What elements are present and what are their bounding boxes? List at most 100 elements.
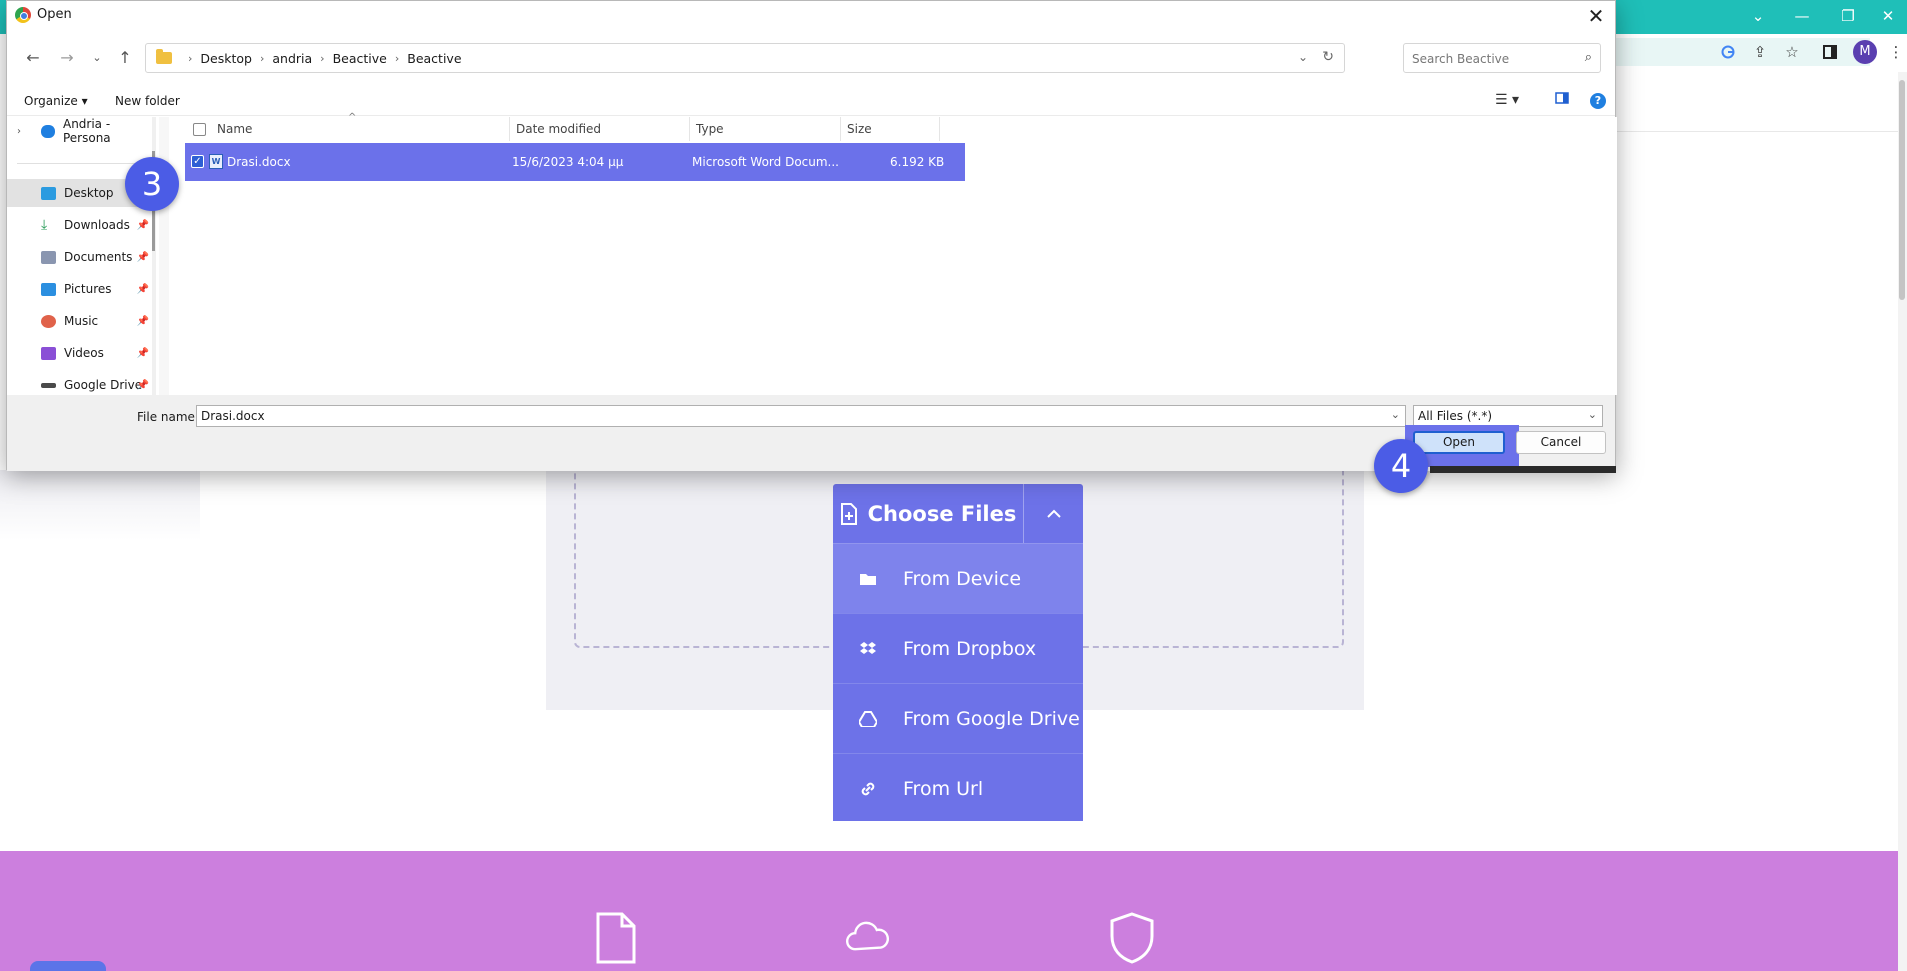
nav-item-onedrive[interactable]: › Andria - Persona: [7, 117, 155, 145]
new-folder-button[interactable]: New folder: [115, 94, 180, 108]
google-icon[interactable]: [1716, 40, 1740, 64]
share-icon[interactable]: ⇪: [1748, 40, 1772, 64]
chat-widget-button[interactable]: [30, 961, 106, 971]
profile-avatar[interactable]: M: [1853, 40, 1877, 64]
path-bar[interactable]: › Desktop › andria › Beactive › Beactive…: [145, 43, 1345, 73]
preview-pane-icon[interactable]: [1555, 92, 1569, 108]
breadcrumb-beactive[interactable]: Beactive: [333, 51, 387, 66]
document-icon: [596, 912, 636, 964]
refresh-icon[interactable]: ↻: [1322, 49, 1334, 65]
column-header-type[interactable]: Type: [690, 117, 841, 141]
file-name-field[interactable]: Drasi.docx ⌄: [196, 405, 1406, 427]
choose-files-button[interactable]: Choose Files: [833, 484, 1083, 543]
help-icon[interactable]: ?: [1590, 93, 1606, 109]
up-folder-icon[interactable]: ↑: [111, 44, 139, 72]
restore-icon[interactable]: ❐: [1826, 4, 1870, 28]
chevron-right-icon: ›: [320, 51, 325, 65]
file-row-checkbox[interactable]: ✓: [191, 155, 204, 168]
chevron-right-icon: ›: [259, 51, 265, 65]
file-row-drasi-docx[interactable]: ✓ W Drasi.docx 15/6/2023 4:04 μμ Microso…: [185, 143, 965, 181]
navigation-pane: › Andria - Persona Desktop ⤓ Downloads 📌…: [7, 117, 155, 395]
open-button[interactable]: Open: [1413, 431, 1505, 454]
nav-item-videos[interactable]: Videos 📌: [7, 339, 155, 367]
nav-item-documents[interactable]: Documents 📌: [7, 243, 155, 271]
cloud-icon: [846, 921, 890, 951]
nav-item-downloads[interactable]: ⤓ Downloads 📌: [7, 211, 155, 239]
nav-item-label: Downloads: [64, 218, 130, 232]
pin-icon[interactable]: 📌: [137, 220, 149, 231]
pin-icon[interactable]: 📌: [137, 252, 149, 263]
nav-item-label: Pictures: [64, 282, 112, 296]
file-type-select[interactable]: All Files (*.*) ⌄: [1413, 405, 1603, 427]
minimize-icon[interactable]: —: [1780, 4, 1824, 28]
search-input[interactable]: Search Beactive ⌕: [1403, 43, 1601, 73]
tab-search-icon[interactable]: ⌄: [1736, 4, 1780, 28]
menu-item-from-device[interactable]: From Device: [833, 543, 1083, 613]
onedrive-icon: [41, 124, 55, 138]
menu-item-label: From Google Drive: [903, 707, 1080, 730]
pin-icon[interactable]: 📌: [137, 348, 149, 359]
file-type: Microsoft Word Docum...: [692, 155, 839, 169]
nav-item-label: Videos: [64, 346, 104, 360]
recent-locations-icon[interactable]: ⌄: [83, 44, 111, 72]
dialog-close-icon[interactable]: ✕: [1581, 2, 1611, 30]
cancel-button[interactable]: Cancel: [1516, 431, 1606, 454]
page-scroll-thumb[interactable]: [1899, 80, 1905, 300]
chevron-right-icon: ›: [394, 51, 400, 65]
pin-icon[interactable]: 📌: [137, 284, 149, 295]
menu-item-from-dropbox[interactable]: From Dropbox: [833, 613, 1083, 683]
breadcrumb-andria[interactable]: andria: [272, 51, 312, 66]
nav-item-label: Desktop: [64, 186, 114, 200]
download-icon: ⤓: [41, 216, 48, 233]
organize-button[interactable]: Organize ▾: [24, 94, 88, 108]
pin-icon[interactable]: 📌: [137, 316, 149, 327]
file-size: 6.192 KB: [890, 155, 945, 169]
chevron-up-icon: [1046, 509, 1061, 518]
more-menu-icon[interactable]: ⋮: [1884, 40, 1907, 64]
window-close-icon[interactable]: ✕: [1866, 4, 1907, 28]
videos-icon: [41, 346, 56, 360]
chevron-right-icon[interactable]: ›: [17, 126, 21, 137]
back-icon[interactable]: ←: [19, 44, 47, 72]
file-type-value: All Files (*.*): [1418, 409, 1493, 423]
column-header-size[interactable]: Size: [841, 117, 940, 141]
step-badge-3: 3: [125, 157, 179, 211]
nav-item-music[interactable]: Music 📌: [7, 307, 155, 335]
column-header-date[interactable]: Date modified: [510, 117, 690, 141]
chevron-right-icon: ›: [188, 51, 193, 65]
column-header-name[interactable]: Name: [211, 117, 510, 141]
nav-item-pictures[interactable]: Pictures 📌: [7, 275, 155, 303]
word-document-icon: W: [209, 154, 223, 169]
view-options-icon[interactable]: ☰ ▾: [1495, 92, 1519, 108]
search-icon: ⌕: [1584, 50, 1592, 65]
upload-source-menu: From Device From Dropbox From Google Dri…: [833, 543, 1083, 821]
step-badge-4: 4: [1374, 439, 1428, 493]
menu-item-from-url[interactable]: From Url: [833, 753, 1083, 823]
chevron-down-icon[interactable]: ⌄: [1391, 408, 1400, 421]
menu-item-label: From Url: [903, 777, 984, 800]
chrome-app-icon: [15, 7, 31, 23]
choose-files-toggle[interactable]: [1023, 484, 1083, 543]
choose-files-main[interactable]: Choose Files: [833, 484, 1023, 543]
chevron-down-icon[interactable]: ⌄: [1588, 408, 1597, 421]
breadcrumb-desktop[interactable]: Desktop: [200, 51, 252, 66]
bookmark-star-icon[interactable]: ☆: [1780, 40, 1804, 64]
link-icon: [861, 782, 875, 795]
nav-item-label: Music: [64, 314, 99, 328]
dialog-title: Open: [37, 7, 72, 22]
file-name-label: File name:: [137, 410, 199, 424]
menu-item-label: From Dropbox: [903, 637, 1037, 660]
select-all-checkbox[interactable]: [193, 123, 206, 136]
forward-icon[interactable]: →: [53, 44, 81, 72]
dropbox-icon: [860, 641, 876, 654]
nav-divider: [17, 163, 145, 164]
shield-icon: [1110, 912, 1154, 964]
pin-icon[interactable]: 📌: [137, 380, 149, 391]
side-panel-icon[interactable]: [1818, 40, 1842, 64]
dialog-nav-row: ← → ⌄ ↑ › Desktop › andria › Beactive › …: [7, 30, 1615, 86]
breadcrumb-beactive-current[interactable]: Beactive: [407, 51, 461, 66]
dialog-command-bar: Organize ▾ New folder ☰ ▾ ?: [7, 86, 1615, 116]
file-name: Drasi.docx: [227, 155, 291, 169]
menu-item-from-google-drive[interactable]: From Google Drive: [833, 683, 1083, 753]
chevron-down-icon[interactable]: ⌄: [1298, 50, 1308, 64]
